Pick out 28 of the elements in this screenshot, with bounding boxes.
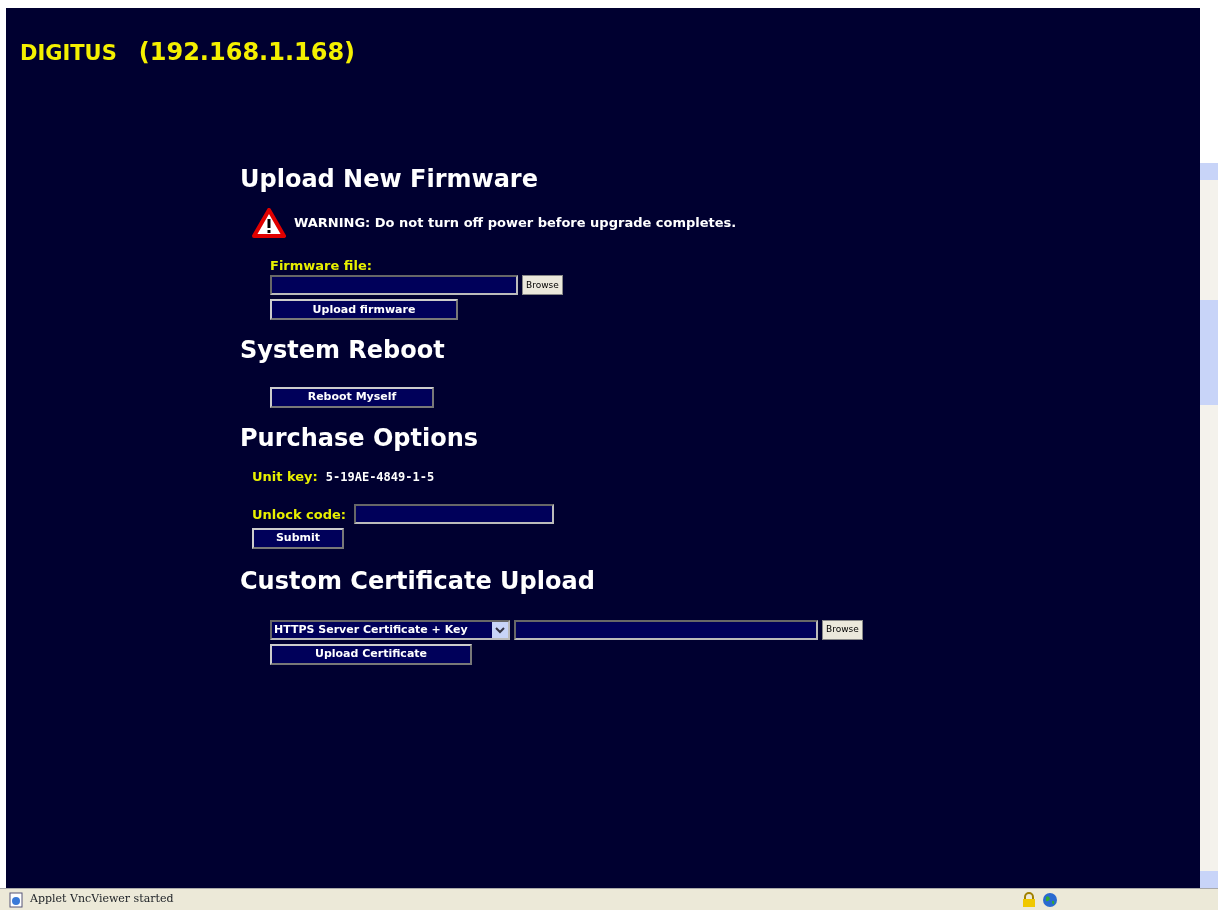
file-field[interactable] [514, 619, 818, 640]
scrollbar[interactable] [1200, 163, 1218, 888]
globe-icon [1042, 891, 1058, 908]
browse-button[interactable]: Browse [522, 275, 563, 296]
warning-text: WARNING: Do not turn off power before upgrade completes. [294, 214, 737, 233]
unit-key: 5-19AE-4849-1-5 [325, 467, 435, 486]
file-field[interactable] [270, 275, 518, 296]
status-text: Applet VncViewer started [30, 891, 174, 908]
field-label: Firmware file: [270, 256, 373, 275]
page-icon [8, 891, 24, 908]
lock-icon [1022, 891, 1036, 908]
field-label: Unit key: [252, 467, 318, 486]
certificate-type-select[interactable]: HTTPS Server Certificate + Key [270, 619, 510, 640]
field-label: Unlock code: [252, 505, 347, 524]
brand-name: DIGITUS [20, 40, 117, 67]
section-title: Upload New Firmware [240, 165, 539, 194]
section-title: Custom Certificate Upload [240, 567, 596, 596]
device-address: (192.168.1.168) [138, 37, 356, 68]
warning-icon [252, 207, 286, 238]
section-title: System Reboot [240, 336, 446, 366]
section-title: Purchase Options [240, 424, 480, 453]
browse-button[interactable]: Browse [822, 619, 863, 640]
caret-icon [492, 621, 508, 638]
upload-button[interactable]: Upload firmware [270, 299, 458, 321]
upload-button[interactable]: Upload Certificate [270, 643, 472, 665]
unlock-code-field[interactable] [354, 504, 555, 525]
reboot-button[interactable]: Reboot Myself [270, 387, 434, 409]
submit-button[interactable]: Submit [252, 528, 344, 550]
